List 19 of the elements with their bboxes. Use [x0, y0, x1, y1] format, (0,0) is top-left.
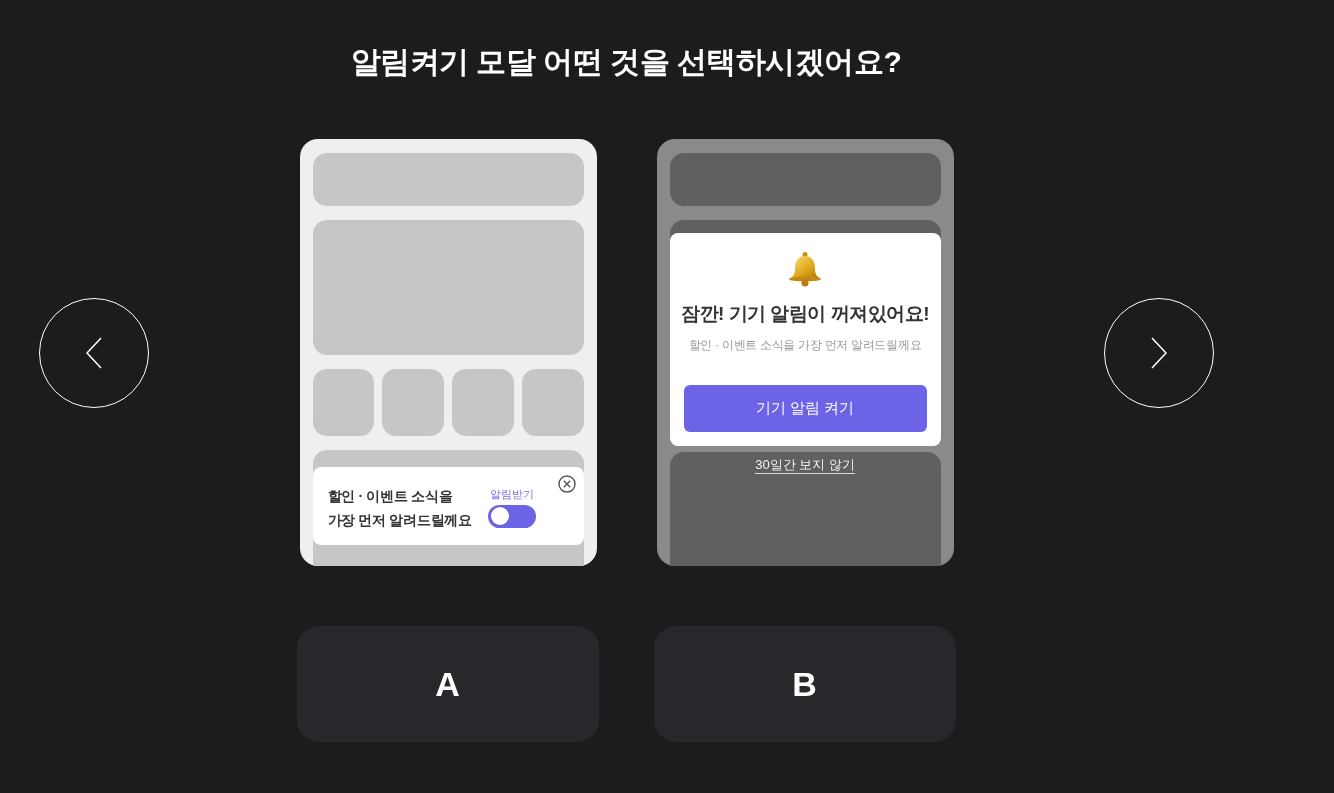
bell-icon: [787, 251, 823, 287]
skeleton-block: [521, 369, 584, 436]
page-title: 알림켜기 모달 어떤 것을 선택하시겠어요?: [350, 44, 902, 80]
skeleton-block: [452, 369, 514, 436]
choice-button[interactable]: A: [296, 626, 599, 742]
toggle-label: 알림받기: [489, 486, 534, 501]
chevron-right-icon: [1150, 336, 1167, 369]
dismiss-link[interactable]: 30일간 보지 않기: [755, 457, 855, 474]
chevron-left-icon: [85, 336, 102, 369]
choice-button[interactable]: B: [653, 626, 956, 742]
enable-notifications-button[interactable]: 기기 알림 켜기: [683, 385, 927, 432]
close-button[interactable]: [557, 475, 576, 493]
close-icon: [557, 475, 576, 493]
skeleton-block: [312, 369, 375, 436]
modal-title: 잠깐! 기기 알림이 꺼져있어요!: [681, 302, 929, 326]
toggle-switch[interactable]: [487, 504, 536, 528]
toast-message: 할인 · 이벤트 소식을 가장 먼저 알려드릴께요: [327, 487, 472, 530]
skeleton-block: [382, 369, 444, 436]
modal-message: 할인 · 이벤트 소식을 가장 먼저 알려드릴께요: [688, 337, 922, 353]
